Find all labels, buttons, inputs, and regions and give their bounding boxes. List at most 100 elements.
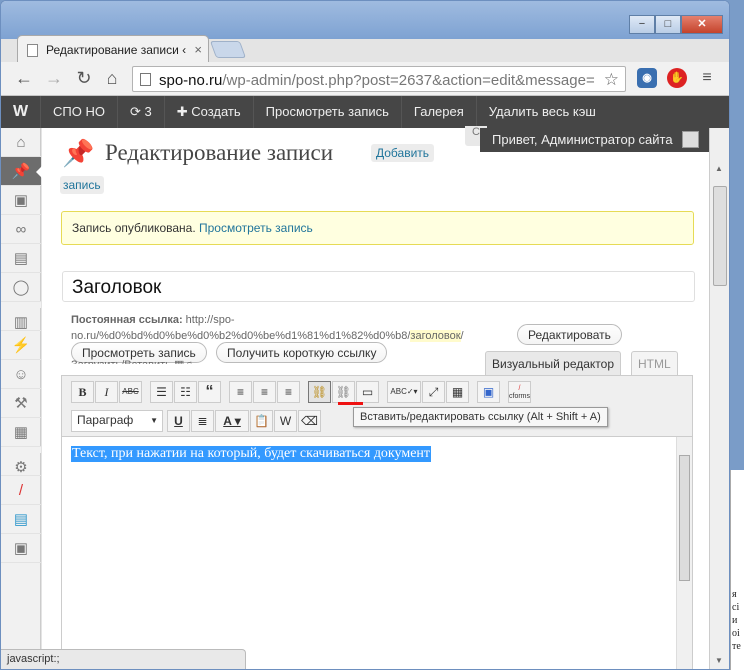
cforms-button[interactable]: / cforms bbox=[508, 381, 531, 403]
window-controls: − □ ✕ bbox=[629, 15, 723, 34]
post-title-input[interactable]: Заголовок bbox=[62, 271, 695, 302]
forward-icon[interactable]: → bbox=[43, 68, 65, 89]
paste-text-button[interactable]: 📋 bbox=[250, 410, 273, 432]
align-center-button[interactable]: ≡ bbox=[253, 381, 276, 403]
minimize-button[interactable]: − bbox=[629, 15, 655, 34]
comments-icon[interactable]: ◯ bbox=[1, 273, 41, 302]
kitchen-sink-button[interactable]: ▦ bbox=[446, 381, 469, 403]
strikethrough-button[interactable]: ABC bbox=[119, 381, 142, 403]
tab-html[interactable]: HTML bbox=[631, 351, 678, 376]
editor-scroll-thumb[interactable] bbox=[679, 455, 690, 581]
close-window-button[interactable]: ✕ bbox=[681, 15, 723, 34]
upload-insert-label: Загрузить/Вставить ▦♫ bbox=[71, 359, 193, 371]
browser-tab[interactable]: Редактирование записи ‹ × bbox=[17, 35, 209, 63]
remove-format-button[interactable]: ⌫ bbox=[298, 410, 321, 432]
scroll-down-icon[interactable]: ▼ bbox=[715, 656, 723, 665]
scroll-up-icon[interactable]: ▲ bbox=[715, 164, 723, 173]
editor-scrollbar[interactable] bbox=[676, 437, 692, 669]
align-left-button[interactable]: ≡ bbox=[229, 381, 252, 403]
unlink-icon[interactable]: ⛓ bbox=[332, 381, 355, 403]
home-icon[interactable]: ⌂ bbox=[101, 68, 123, 89]
gallery-icon[interactable]: ▣ bbox=[1, 534, 41, 563]
site-name-link[interactable]: СПО НО bbox=[41, 96, 118, 128]
page-icon bbox=[27, 44, 38, 57]
menu-icon[interactable]: ≡ bbox=[697, 68, 717, 88]
updates-count: 3 bbox=[144, 104, 152, 119]
page-scroll-thumb[interactable] bbox=[713, 186, 727, 286]
users-icon[interactable]: ☺ bbox=[1, 360, 41, 389]
reload-icon[interactable]: ↻ bbox=[73, 68, 95, 89]
plugins-icon[interactable]: ⚡ bbox=[1, 331, 41, 360]
toolbar-row-1: B I ABC ☰ ☷ “ ≡ ≡ ≡ ⛓ ⛓ ▭ ABC✓▾ ⤢ ▦ ▣ / … bbox=[71, 381, 532, 404]
page-scrollbar[interactable]: ▲ ▼ bbox=[709, 128, 729, 669]
insert-image-button[interactable]: ▣ bbox=[477, 381, 500, 403]
posts-icon[interactable]: 📌 bbox=[1, 157, 42, 186]
justify-button[interactable]: ≣ bbox=[191, 410, 214, 432]
underline-button[interactable]: U bbox=[167, 410, 190, 432]
fullscreen-button[interactable]: ⤢ bbox=[422, 381, 445, 403]
notice-text: Запись опубликована. bbox=[72, 221, 199, 235]
page-icon bbox=[140, 73, 151, 86]
gallery-link[interactable]: Галерея bbox=[402, 96, 477, 128]
dashboard-icon[interactable]: ⌂ bbox=[1, 128, 41, 157]
format-select[interactable]: Параграф bbox=[71, 410, 163, 432]
editor-content-area[interactable]: Текст, при нажатии на который, будет ска… bbox=[62, 436, 692, 669]
browser-toolbar: ← → ↻ ⌂ spo-no.ru/wp-admin/post.php?post… bbox=[1, 62, 729, 96]
avatar bbox=[682, 131, 699, 148]
form-icon[interactable]: ▤ bbox=[1, 505, 41, 534]
links-icon[interactable]: ∞ bbox=[1, 215, 41, 244]
get-shortlink-button[interactable]: Получить короткую ссылку bbox=[216, 342, 388, 363]
paste-word-button[interactable]: W bbox=[274, 410, 297, 432]
add-new-button-wrap[interactable]: запись bbox=[60, 176, 104, 194]
insert-link-icon[interactable]: ⛓ bbox=[308, 381, 331, 403]
bullet-list-button[interactable]: ☰ bbox=[150, 381, 173, 403]
settings-icon[interactable]: ▦ bbox=[1, 418, 41, 447]
tab-close-icon[interactable]: × bbox=[194, 42, 202, 57]
tab-visual-editor[interactable]: Визуальный редактор bbox=[485, 351, 622, 376]
camera-extension-icon[interactable]: ◉ bbox=[637, 68, 657, 88]
spellcheck-button[interactable]: ABC✓▾ bbox=[387, 381, 421, 403]
address-bar[interactable]: spo-no.ru/wp-admin/post.php?post=2637&ac… bbox=[132, 66, 626, 92]
permalink-label: Постоянная ссылка: bbox=[71, 314, 183, 326]
cforms-icon[interactable]: / bbox=[1, 476, 41, 505]
selected-text[interactable]: Текст, при нажатии на который, будет ска… bbox=[71, 446, 432, 462]
wp-admin-bar: W СПО НО ⟳ 3 ✚ Создать Просмотреть запис… bbox=[1, 96, 729, 128]
pushpin-icon: 📌 bbox=[62, 138, 95, 168]
browser-window: − □ ✕ Редактирование записи ‹ × ← → ↻ ⌂ … bbox=[0, 0, 730, 670]
wordpress-logo-icon[interactable]: W bbox=[1, 96, 41, 128]
tab-title: Редактирование записи ‹ bbox=[46, 43, 187, 57]
appearance-icon[interactable]: ▥ bbox=[1, 302, 41, 331]
text-color-button[interactable]: A ▾ bbox=[215, 410, 249, 432]
align-right-button[interactable]: ≡ bbox=[277, 381, 300, 403]
clear-cache-link[interactable]: Удалить весь кэш bbox=[477, 96, 608, 128]
add-new-button[interactable]: Добавить bbox=[371, 144, 435, 162]
new-content-label: Создать bbox=[191, 104, 241, 119]
more-tag-button[interactable]: ▭ bbox=[356, 381, 379, 403]
italic-button[interactable]: I bbox=[95, 381, 118, 403]
updated-notice: Запись опубликована. Просмотреть запись bbox=[61, 211, 694, 245]
upload-insert-text: Загрузить/Вставить bbox=[71, 359, 171, 371]
permalink-slug[interactable]: заголовок bbox=[410, 330, 461, 342]
back-icon[interactable]: ← bbox=[13, 68, 35, 89]
adblock-extension-icon[interactable]: ✋ bbox=[667, 68, 687, 88]
bold-button[interactable]: B bbox=[71, 381, 94, 403]
permalink-end: / bbox=[460, 330, 464, 342]
blockquote-button[interactable]: “ bbox=[198, 381, 221, 403]
url-path: /wp-admin/post.php?post=2637&action=edit… bbox=[222, 72, 595, 89]
media-icon[interactable]: ▣ bbox=[1, 186, 41, 215]
my-account-menu[interactable]: Привет, Администратор сайта bbox=[480, 128, 709, 152]
pages-icon[interactable]: ▤ bbox=[1, 244, 41, 273]
view-post-link[interactable]: Просмотреть запись bbox=[254, 96, 402, 128]
edit-permalink-button[interactable]: Редактировать bbox=[517, 324, 622, 345]
tools-icon[interactable]: ⚒ bbox=[1, 389, 41, 418]
permalink-url: http://spo- bbox=[182, 314, 235, 326]
maximize-button[interactable]: □ bbox=[655, 15, 681, 34]
bookmark-star-icon[interactable]: ☆ bbox=[604, 70, 619, 90]
permalink-url-cont: no.ru/%d0%bd%d0%be%d0%b2%d0%be%d1%81%d1%… bbox=[71, 330, 411, 342]
numbered-list-button[interactable]: ☷ bbox=[174, 381, 197, 403]
new-content-link[interactable]: ✚ Создать bbox=[165, 96, 254, 128]
gear-icon[interactable]: ⚙ bbox=[1, 447, 41, 476]
updates-link[interactable]: ⟳ 3 bbox=[118, 96, 165, 128]
notice-view-post-link[interactable]: Просмотреть запись bbox=[199, 221, 313, 235]
new-tab-button[interactable] bbox=[209, 41, 247, 58]
